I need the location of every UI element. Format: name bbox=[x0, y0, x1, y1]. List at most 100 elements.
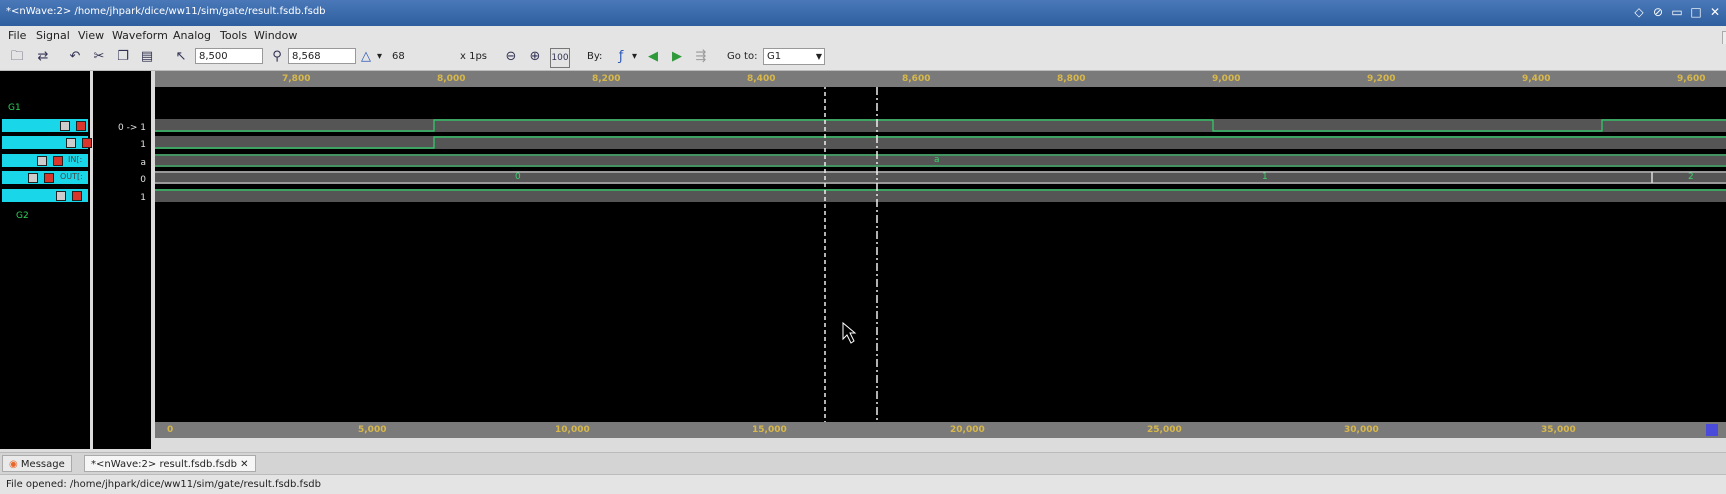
signal-value-5: 1 bbox=[140, 193, 146, 203]
ruler-tick-label: 30,000 bbox=[1344, 425, 1379, 435]
signal-row-in[interactable]: IN[: bbox=[2, 154, 88, 167]
signal-type-icon bbox=[66, 138, 76, 148]
signal-value-1: 0 -> 1 bbox=[118, 123, 146, 133]
restore-icon[interactable]: ◇ bbox=[1632, 5, 1646, 19]
signal-flag-icon bbox=[76, 121, 86, 131]
ruler-tick-label: 0 bbox=[167, 425, 174, 435]
wave-row-1-bg bbox=[155, 119, 1726, 132]
ruler-view-handle[interactable] bbox=[1706, 424, 1718, 436]
tab-nwave[interactable]: *<nWave:2> result.fsdb.fsdb ✕ bbox=[84, 455, 256, 472]
ruler-tick-label: 9,000 bbox=[1212, 74, 1241, 84]
signal-flag-icon bbox=[53, 156, 63, 166]
bus-value-2: 2 bbox=[1688, 172, 1694, 182]
window-title: *<nWave:2> /home/jhpark/dice/ww11/sim/ga… bbox=[6, 6, 326, 17]
cut-icon[interactable]: ✂ bbox=[90, 48, 108, 66]
title-bar: *<nWave:2> /home/jhpark/dice/ww11/sim/ga… bbox=[0, 0, 1726, 26]
search-next-icon[interactable]: ▶ bbox=[668, 48, 686, 66]
ruler-tick-label: 20,000 bbox=[950, 425, 985, 435]
waveform-pane[interactable]: a 0 1 2 bbox=[155, 71, 1726, 424]
signal-value-4: 0 bbox=[140, 175, 146, 185]
chevron-down-icon: ▼ bbox=[815, 52, 822, 61]
reload-icon[interactable]: ⇄ bbox=[34, 48, 52, 66]
menu-bar: File Signal View Waveform Analog Tools W… bbox=[0, 26, 1726, 47]
wave-row-2-bg bbox=[155, 136, 1726, 149]
signal-out-label: OUT[: bbox=[60, 172, 83, 181]
menu-signal[interactable]: Signal bbox=[36, 29, 70, 42]
group-g1-label[interactable]: G1 bbox=[8, 103, 21, 113]
menu-tools[interactable]: Tools bbox=[220, 29, 247, 42]
search-by-icon[interactable]: ƒ bbox=[612, 48, 630, 66]
tab-message[interactable]: ◉ Message bbox=[2, 455, 72, 472]
minimize-icon[interactable]: ▭ bbox=[1670, 5, 1684, 19]
signal-flag-icon bbox=[44, 173, 54, 183]
marker-icon[interactable]: ⚲ bbox=[268, 48, 286, 66]
bottom-tabs: ◉ Message *<nWave:2> result.fsdb.fsdb ✕ bbox=[0, 452, 1726, 474]
delta-dropdown-icon[interactable]: ▾ bbox=[377, 51, 382, 62]
goto-select[interactable]: G1 ▼ bbox=[763, 48, 825, 65]
signal-name-pane[interactable]: G1 IN[: OUT[: G2 bbox=[0, 71, 92, 449]
copy-icon[interactable]: ❐ bbox=[114, 48, 132, 66]
open-folder-icon[interactable]: 🗀 bbox=[8, 48, 26, 66]
status-text: File opened: /home/jhpark/dice/ww11/sim/… bbox=[6, 479, 321, 490]
ruler-tick-label: 8,000 bbox=[437, 74, 466, 84]
menu-file[interactable]: File bbox=[8, 29, 26, 42]
wave-row-3-bg bbox=[155, 154, 1726, 167]
ruler-tick-label: 7,800 bbox=[282, 74, 311, 84]
cursor-icon[interactable]: ↖ bbox=[172, 48, 190, 66]
by-dropdown-icon[interactable]: ▾ bbox=[632, 51, 637, 62]
group-g2-label[interactable]: G2 bbox=[16, 211, 29, 221]
search-prev-icon[interactable]: ◀ bbox=[644, 48, 662, 66]
signal-type-icon bbox=[56, 191, 66, 201]
ruler-tick-label: 10,000 bbox=[555, 425, 590, 435]
tab-nwave-label: *<nWave:2> result.fsdb.fsdb bbox=[91, 459, 237, 470]
zoom-fit-icon[interactable]: 100 bbox=[550, 48, 570, 68]
by-label: By: bbox=[587, 51, 603, 62]
signal-row-1[interactable] bbox=[2, 119, 88, 132]
signal-flag-icon bbox=[72, 191, 82, 201]
menu-window[interactable]: Window bbox=[254, 29, 297, 42]
signal-value-2: 1 bbox=[140, 140, 146, 150]
wave-row-4-bg bbox=[155, 171, 1726, 184]
cursor-time-field[interactable]: 8,500 bbox=[195, 48, 263, 64]
signal-row-out[interactable]: OUT[: bbox=[2, 171, 88, 184]
undo-icon[interactable]: ↶ bbox=[66, 48, 84, 66]
pin-icon[interactable]: ⊘ bbox=[1651, 5, 1665, 19]
signal-row-2[interactable] bbox=[2, 136, 92, 149]
ruler-tick-label: 8,400 bbox=[747, 74, 776, 84]
bus-value-1: 1 bbox=[1262, 172, 1268, 182]
signal-flag-icon bbox=[82, 138, 92, 148]
goto-value: G1 bbox=[767, 51, 782, 62]
zoom-in-icon[interactable]: ⊕ bbox=[526, 48, 544, 66]
paste-icon[interactable]: ▤ bbox=[138, 48, 156, 66]
signal-row-5[interactable] bbox=[2, 189, 88, 202]
close-tab-icon[interactable]: ✕ bbox=[240, 459, 248, 470]
mouse-pointer-icon bbox=[842, 321, 857, 344]
delta-icon: △ bbox=[361, 49, 371, 64]
status-bar: File opened: /home/jhpark/dice/ww11/sim/… bbox=[0, 474, 1726, 494]
close-icon[interactable]: ✕ bbox=[1708, 5, 1722, 19]
ruler-tick-label: 9,200 bbox=[1367, 74, 1396, 84]
goto-label: Go to: bbox=[727, 51, 758, 62]
wave-row-5-bg bbox=[155, 189, 1726, 202]
ruler-tick-label: 5,000 bbox=[358, 425, 387, 435]
signal-type-icon bbox=[28, 173, 38, 183]
signal-value-pane[interactable]: 0 -> 1 1 a 0 1 bbox=[93, 71, 151, 449]
menu-waveform[interactable]: Waveform bbox=[112, 29, 168, 42]
ruler-tick-label: 9,600 bbox=[1677, 74, 1706, 84]
signal-value-3: a bbox=[140, 158, 146, 168]
menu-analog[interactable]: Analog bbox=[173, 29, 211, 42]
ruler-tick-label: 8,800 bbox=[1057, 74, 1086, 84]
ruler-tick-label: 15,000 bbox=[752, 425, 787, 435]
menu-view[interactable]: View bbox=[78, 29, 104, 42]
zoom-out-icon[interactable]: ⊖ bbox=[502, 48, 520, 66]
maximize-icon[interactable]: □ bbox=[1689, 5, 1703, 19]
delta-value: 68 bbox=[392, 51, 405, 62]
window-controls: ◇ ⊘ ▭ □ ✕ bbox=[1632, 5, 1722, 19]
message-icon: ◉ bbox=[9, 459, 18, 470]
ruler-tick-label: 8,600 bbox=[902, 74, 931, 84]
search-all-icon[interactable]: ⇶ bbox=[692, 48, 710, 66]
toolbar: 🗀 ⇄ ↶ ✂ ❐ ▤ ↖ 8,500 ⚲ 8,568 △ ▾ 68 x 1ps… bbox=[0, 44, 1726, 71]
marker-time-field[interactable]: 8,568 bbox=[288, 48, 356, 64]
time-ruler-bottom[interactable]: 0 5,000 10,000 15,000 20,000 25,000 30,0… bbox=[155, 422, 1726, 438]
time-ruler-top[interactable]: 7,800 8,000 8,200 8,400 8,600 8,800 9,00… bbox=[155, 71, 1726, 87]
